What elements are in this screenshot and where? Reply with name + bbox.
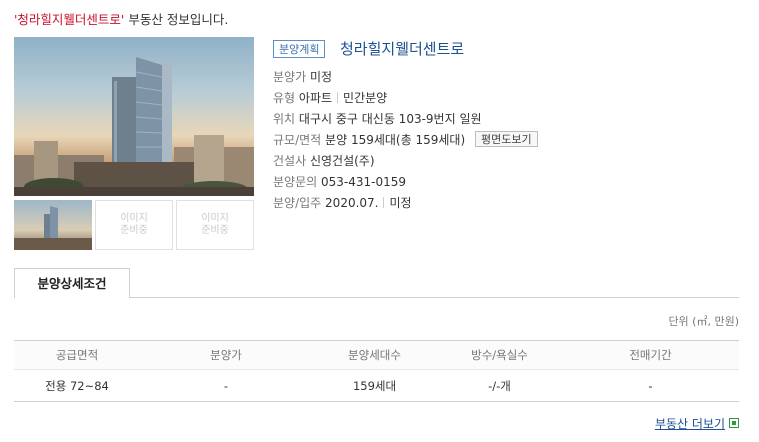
unit-note: 단위 (㎡, 만원) [668, 315, 739, 328]
kind-label: 유형 [273, 91, 296, 105]
placeholder-line-2: 준비중 [120, 225, 148, 236]
header-sale-price: 분양가 [140, 340, 312, 370]
thumbnail-placeholder-text: 이미지 준비중 [96, 213, 172, 237]
scale-row: 규모/면적 분양 159세대(총 159세대) 평면도보기 [273, 131, 538, 148]
external-link-icon [729, 418, 739, 428]
builder-label: 건설사 [273, 154, 307, 168]
builder-value: 신영건설(주) [309, 154, 375, 168]
schedule-label: 분양/입주 [273, 196, 322, 210]
thumbnail-rendering[interactable] [14, 200, 92, 250]
header-supply-area: 공급면적 [14, 340, 140, 370]
divider [383, 197, 385, 208]
location-row: 위치 대구시 중구 대신동 103-9번지 일원 [273, 110, 482, 127]
contact-value: 053-431-0159 [321, 175, 407, 189]
price-label: 분양가 [273, 70, 307, 84]
cell-sale-price: - [140, 369, 312, 402]
cell-units: 159세대 [312, 369, 437, 402]
cell-rooms-baths: -/-개 [437, 369, 562, 402]
scale-label: 규모/면적 [273, 133, 322, 147]
cell-resale-period: - [562, 369, 739, 402]
schedule-row: 분양/입주 2020.07. 미정 [273, 194, 412, 211]
header-rooms-baths: 방수/욕실수 [437, 340, 562, 370]
thumbnail-placeholder-text: 이미지 준비중 [177, 213, 253, 237]
thumbnail-placeholder-2[interactable]: 이미지 준비중 [95, 200, 173, 250]
more-link-text[interactable]: 부동산 더보기 [655, 417, 725, 431]
header-resale-period: 전매기간 [562, 340, 739, 370]
location-value: 대구시 중구 대신동 103-9번지 일원 [298, 112, 482, 126]
more-real-estate-link[interactable]: 부동산 더보기 [655, 415, 739, 432]
builder-row: 건설사 신영건설(주) [273, 152, 375, 169]
placeholder-line-2: 준비중 [201, 225, 229, 236]
contact-label: 분양문의 [273, 175, 318, 189]
sale-type-badge: 분양계획 [273, 40, 326, 58]
header-units: 분양세대수 [312, 340, 437, 370]
type-row: 유형 아파트 민간분양 [273, 89, 387, 106]
scale-value: 분양 159세대(총 159세대) [325, 133, 466, 147]
cell-supply-area: 전용 72~84 [14, 369, 140, 402]
page-headline: '청라힐지웰더센트로' 부동산 정보입니다. [14, 9, 228, 28]
kind-value: 아파트 [298, 91, 333, 105]
placeholder-line-1: 이미지 [120, 213, 148, 224]
price-value: 미정 [309, 70, 333, 84]
table-header-row: 공급면적 분양가 분양세대수 방수/욕실수 전매기간 [14, 340, 739, 370]
tab-sale-conditions[interactable]: 분양상세조건 [14, 268, 130, 298]
divider [337, 92, 339, 103]
table-row: 전용 72~84 - 159세대 -/-개 - [14, 369, 739, 402]
building-rendering [14, 57, 254, 196]
thumbnail-placeholder-3[interactable]: 이미지 준비중 [176, 200, 254, 250]
headline-suffix: 부동산 정보입니다. [124, 12, 229, 27]
headline-complex-name: '청라힐지웰더센트로' [14, 12, 125, 27]
floorplan-button[interactable]: 평면도보기 [474, 131, 538, 147]
supply-value: 민간분양 [343, 91, 388, 105]
contact-row: 분양문의 053-431-0159 [273, 173, 406, 190]
location-label: 위치 [273, 112, 296, 126]
placeholder-line-1: 이미지 [201, 213, 229, 224]
building-thumbnail-icon [14, 206, 92, 250]
price-row: 분양가 미정 [273, 68, 332, 85]
sale-date: 2020.07. [325, 196, 379, 210]
main-rendering-image [14, 37, 254, 196]
sale-conditions-table: 공급면적 분양가 분양세대수 방수/욕실수 전매기간 전용 72~84 - 15… [14, 340, 739, 402]
movein-date: 미정 [389, 196, 412, 210]
complex-name-title: 청라힐지웰더센트로 [340, 40, 465, 58]
